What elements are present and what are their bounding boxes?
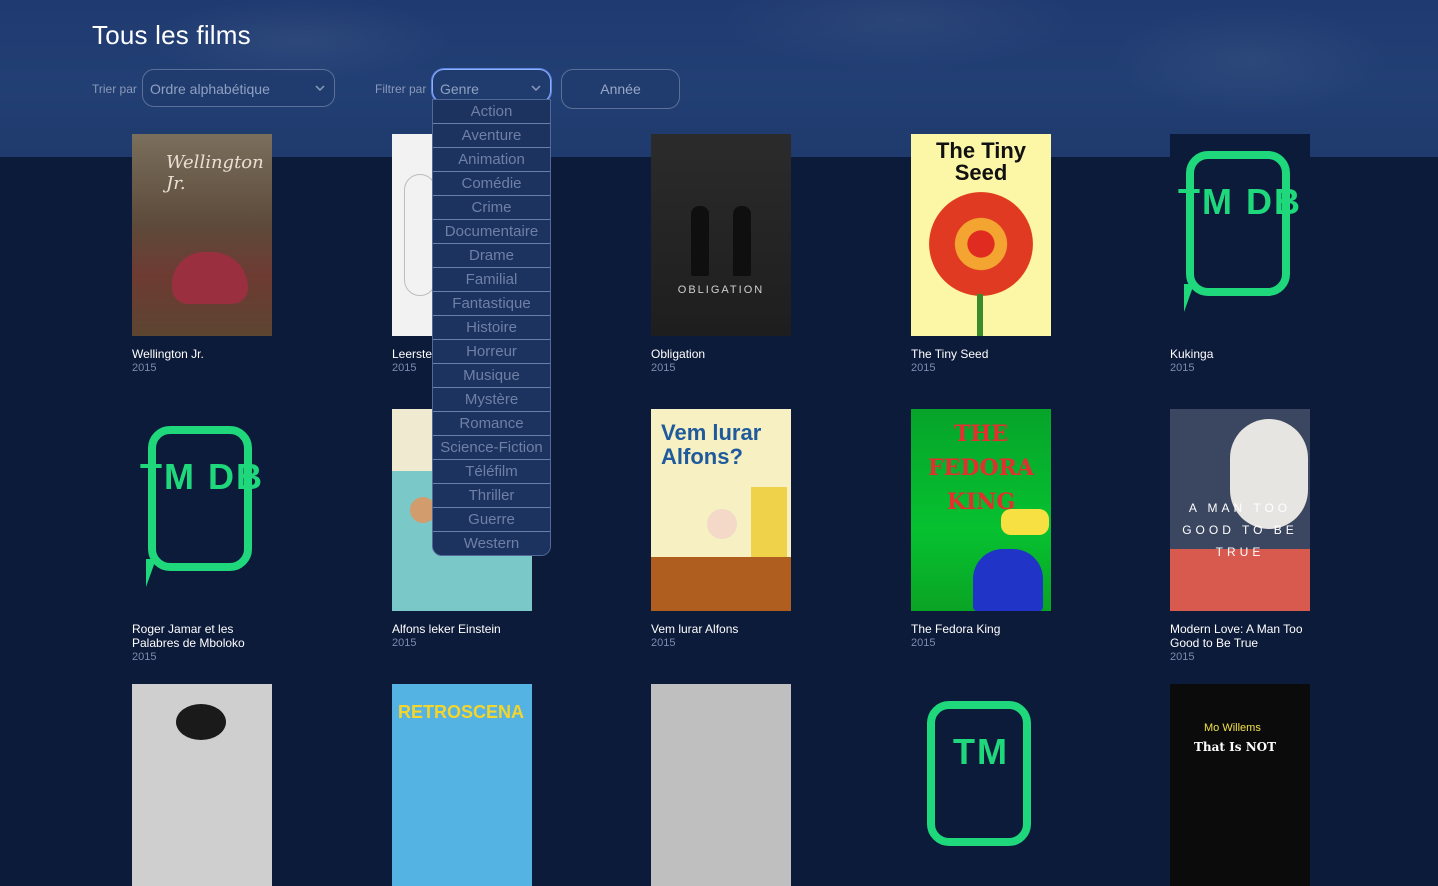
movie-card[interactable]: Vem lurar Alfons? Vem lurar Alfons 2015 xyxy=(651,409,801,650)
movie-year: 2015 xyxy=(1170,362,1195,374)
tmdb-logo-text: TM DB xyxy=(140,456,264,497)
genre-option[interactable]: Western xyxy=(433,532,550,555)
genre-option[interactable]: Action xyxy=(433,100,550,124)
movie-card[interactable]: THE FEDORA KING The Fedora King 2015 xyxy=(911,409,1061,650)
genre-option[interactable]: Familial xyxy=(433,268,550,292)
movie-title[interactable]: The Tiny Seed xyxy=(911,347,1061,361)
movie-poster[interactable] xyxy=(132,684,272,886)
tmdb-logo-text: TM xyxy=(953,731,1009,772)
movie-poster[interactable]: OBLIGATION xyxy=(651,134,791,336)
movie-poster[interactable]: A MAN TOO GOOD TO BE TRUE xyxy=(1170,409,1310,611)
movie-year: 2015 xyxy=(132,651,157,663)
genre-option[interactable]: Romance xyxy=(433,412,550,436)
movie-card[interactable]: Mo Willems That Is NOT xyxy=(1170,684,1320,886)
genre-option[interactable]: Mystère xyxy=(433,388,550,412)
genre-option[interactable]: Musique xyxy=(433,364,550,388)
movie-title[interactable]: Alfons leker Einstein xyxy=(392,622,542,636)
poster-title: RETROSCENA xyxy=(398,702,525,722)
movie-title[interactable]: The Fedora King xyxy=(911,622,1061,636)
poster-title: Vem lurar Alfons? xyxy=(661,420,762,469)
genre-option[interactable]: Comédie xyxy=(433,172,550,196)
movie-card[interactable]: A MAN TOO GOOD TO BE TRUE Modern Love: A… xyxy=(1170,409,1320,664)
genre-option[interactable]: Horreur xyxy=(433,340,550,364)
movie-title[interactable]: Modern Love: A Man Too Good to Be True xyxy=(1170,622,1320,650)
movie-title[interactable]: Roger Jamar et les Palabres de Mboloko xyxy=(132,622,282,650)
movie-card[interactable]: TM xyxy=(911,684,1061,886)
genre-dropdown: Action Aventure Animation Comédie Crime … xyxy=(432,99,551,556)
tmdb-placeholder-poster[interactable]: TM xyxy=(911,684,1051,886)
chevron-down-icon xyxy=(315,85,325,91)
poster-title: That Is NOT xyxy=(1194,740,1277,754)
genre-option[interactable]: Documentaire xyxy=(433,220,550,244)
genre-option[interactable]: Crime xyxy=(433,196,550,220)
genre-option[interactable]: Téléfilm xyxy=(433,460,550,484)
sort-select-value: Ordre alphabétique xyxy=(150,81,270,97)
movie-poster[interactable]: Mo Willems That Is NOT xyxy=(1170,684,1310,886)
movie-card[interactable]: The Tiny Seed The Tiny Seed 2015 xyxy=(911,134,1061,375)
movie-poster[interactable] xyxy=(651,684,791,886)
chevron-down-icon xyxy=(531,85,541,91)
poster-author: Mo Willems xyxy=(1204,722,1261,734)
genre-option[interactable]: Thriller xyxy=(433,484,550,508)
movie-card[interactable] xyxy=(651,684,801,886)
movie-poster[interactable]: The Tiny Seed xyxy=(911,134,1051,336)
movie-card[interactable] xyxy=(132,684,282,886)
movie-poster[interactable]: RETROSCENA xyxy=(392,684,532,886)
genre-select[interactable]: Genre xyxy=(432,69,551,103)
tmdb-placeholder-poster[interactable]: TM DB xyxy=(1170,134,1310,336)
movie-card[interactable]: Wellington Jr. Wellington Jr. 2015 xyxy=(132,134,282,375)
movie-poster[interactable]: THE FEDORA KING xyxy=(911,409,1051,611)
poster-title: Wellington Jr. xyxy=(166,152,264,194)
sort-label: Trier par xyxy=(92,82,137,96)
movie-title[interactable]: Vem lurar Alfons xyxy=(651,622,801,636)
sort-select[interactable]: Ordre alphabétique xyxy=(142,69,335,107)
genre-option[interactable]: Aventure xyxy=(433,124,550,148)
tmdb-logo-text: TM DB xyxy=(1178,181,1302,222)
movie-poster[interactable]: Wellington Jr. xyxy=(132,134,272,336)
movie-year: 2015 xyxy=(132,362,157,374)
movie-year: 2015 xyxy=(392,637,417,649)
genre-select-value: Genre xyxy=(440,81,479,97)
poster-title: The Tiny Seed xyxy=(935,138,1027,185)
genre-option[interactable]: Fantastique xyxy=(433,292,550,316)
movie-card[interactable]: RETROSCENA xyxy=(392,684,542,886)
movie-title[interactable]: Wellington Jr. xyxy=(132,347,282,361)
genre-option[interactable]: Science-Fiction xyxy=(433,436,550,460)
movie-year: 2015 xyxy=(911,637,936,649)
year-filter-button[interactable]: Année xyxy=(561,69,680,109)
genre-option[interactable]: Guerre xyxy=(433,508,550,532)
movie-card[interactable]: OBLIGATION Obligation 2015 xyxy=(651,134,801,375)
poster-title: OBLIGATION xyxy=(677,284,765,296)
poster-title: THE FEDORA KING xyxy=(928,421,1034,515)
filter-label: Filtrer par xyxy=(375,82,427,96)
movie-title[interactable]: Obligation xyxy=(651,347,801,361)
movie-card[interactable]: TM DB Kukinga 2015 xyxy=(1170,134,1320,375)
movie-year: 2015 xyxy=(651,637,676,649)
movie-poster[interactable]: Vem lurar Alfons? xyxy=(651,409,791,611)
movie-year: 2015 xyxy=(911,362,936,374)
poster-title: A MAN TOO GOOD TO BE TRUE xyxy=(1182,501,1298,559)
movie-card[interactable]: TM DB Roger Jamar et les Palabres de Mbo… xyxy=(132,409,282,664)
genre-option[interactable]: Animation xyxy=(433,148,550,172)
movie-year: 2015 xyxy=(1170,651,1195,663)
movie-title[interactable]: Kukinga xyxy=(1170,347,1320,361)
genre-option[interactable]: Drame xyxy=(433,244,550,268)
genre-option[interactable]: Histoire xyxy=(433,316,550,340)
page-title: Tous les films xyxy=(92,20,251,50)
tmdb-placeholder-poster[interactable]: TM DB xyxy=(132,409,272,611)
movie-year: 2015 xyxy=(651,362,676,374)
